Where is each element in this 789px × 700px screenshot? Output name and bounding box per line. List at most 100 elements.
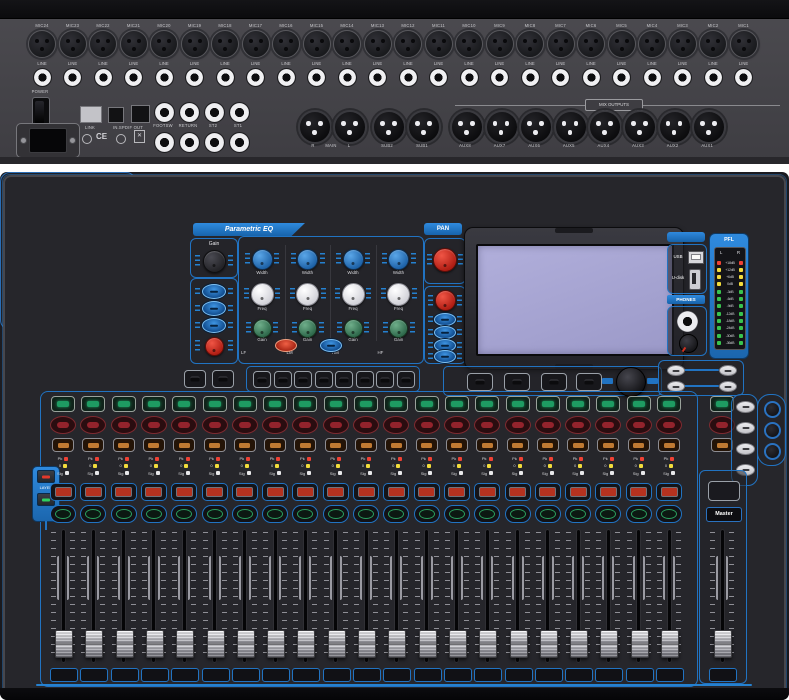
channel-mute-button[interactable] bbox=[323, 483, 349, 501]
channel-on-button[interactable] bbox=[596, 396, 620, 412]
channel-sel-button[interactable] bbox=[52, 438, 74, 452]
channel-mute-button[interactable] bbox=[141, 483, 167, 501]
select-button-8[interactable] bbox=[397, 371, 415, 388]
channel-cue-button[interactable] bbox=[414, 505, 440, 523]
channel-fader[interactable] bbox=[55, 630, 73, 658]
channel-sel-button[interactable] bbox=[628, 438, 650, 452]
channel-on-button[interactable] bbox=[293, 396, 317, 412]
channel-mute-button[interactable] bbox=[505, 483, 531, 501]
channel-cue-button[interactable] bbox=[383, 505, 409, 523]
channel-solo-button[interactable] bbox=[474, 416, 500, 434]
select-button-7[interactable] bbox=[376, 371, 394, 388]
channel-solo-button[interactable] bbox=[656, 416, 682, 434]
screen-button-2[interactable] bbox=[504, 373, 530, 391]
channel-mute-button[interactable] bbox=[111, 483, 137, 501]
channel-mute-button[interactable] bbox=[474, 483, 500, 501]
channel-cue-button[interactable] bbox=[595, 505, 621, 523]
screen-button-1[interactable] bbox=[467, 373, 493, 391]
channel-sel-button[interactable] bbox=[173, 438, 195, 452]
channel-sel-button[interactable] bbox=[143, 438, 165, 452]
channel-on-button[interactable] bbox=[263, 396, 287, 412]
channel-on-button[interactable] bbox=[354, 396, 378, 412]
channel-cue-button[interactable] bbox=[111, 505, 137, 523]
channel-sel-button[interactable] bbox=[82, 438, 104, 452]
channel-solo-button[interactable] bbox=[444, 416, 470, 434]
channel-on-button[interactable] bbox=[233, 396, 257, 412]
channel-on-button[interactable] bbox=[142, 396, 166, 412]
eq-gain-knob-hm[interactable] bbox=[344, 319, 363, 338]
channel-fader[interactable] bbox=[237, 630, 255, 658]
channel-cue-button[interactable] bbox=[292, 505, 318, 523]
quad-button-2[interactable] bbox=[719, 365, 737, 376]
channel-fader[interactable] bbox=[358, 630, 376, 658]
eq-width-knob-hm[interactable] bbox=[343, 249, 364, 270]
channel-on-button[interactable] bbox=[627, 396, 651, 412]
channel-cue-button[interactable] bbox=[444, 505, 470, 523]
channel-fader[interactable] bbox=[85, 630, 103, 658]
eq-on-button[interactable] bbox=[275, 339, 297, 352]
channel-on-button[interactable] bbox=[475, 396, 499, 412]
channel-mute-button[interactable] bbox=[656, 483, 682, 501]
channel-cue-button[interactable] bbox=[505, 505, 531, 523]
channel-on-button[interactable] bbox=[324, 396, 348, 412]
channel-solo-button[interactable] bbox=[626, 416, 652, 434]
channel-on-button[interactable] bbox=[384, 396, 408, 412]
channel-solo-button[interactable] bbox=[414, 416, 440, 434]
channel-fader[interactable] bbox=[388, 630, 406, 658]
quad-button-4[interactable] bbox=[719, 381, 737, 392]
channel-sel-button[interactable] bbox=[385, 438, 407, 452]
channel-solo-button[interactable] bbox=[323, 416, 349, 434]
select-button-4[interactable] bbox=[315, 371, 333, 388]
channel-cue-button[interactable] bbox=[141, 505, 167, 523]
channel-mute-button[interactable] bbox=[232, 483, 258, 501]
channel-mute-button[interactable] bbox=[595, 483, 621, 501]
channel-cue-button[interactable] bbox=[50, 505, 76, 523]
channel-sel-button[interactable] bbox=[113, 438, 135, 452]
channel-mute-button[interactable] bbox=[50, 483, 76, 501]
channel-sel-button[interactable] bbox=[264, 438, 286, 452]
channel-solo-button[interactable] bbox=[111, 416, 137, 434]
channel-cue-button[interactable] bbox=[202, 505, 228, 523]
channel-mute-button[interactable] bbox=[80, 483, 106, 501]
left-function-button-3[interactable] bbox=[202, 318, 226, 333]
channel-sel-button[interactable] bbox=[537, 438, 559, 452]
right-round-button-1[interactable] bbox=[764, 401, 781, 418]
channel-fader[interactable] bbox=[146, 630, 164, 658]
pan-aux-knob[interactable] bbox=[435, 290, 456, 311]
function-button-2[interactable] bbox=[212, 370, 234, 388]
channel-sel-button[interactable] bbox=[597, 438, 619, 452]
eq-gain-knob-lm[interactable] bbox=[298, 319, 317, 338]
channel-solo-button[interactable] bbox=[535, 416, 561, 434]
channel-on-button[interactable] bbox=[112, 396, 136, 412]
channel-mute-button[interactable] bbox=[383, 483, 409, 501]
select-button-6[interactable] bbox=[356, 371, 374, 388]
channel-fader[interactable] bbox=[297, 630, 315, 658]
eq-gain-knob-lf[interactable] bbox=[253, 319, 272, 338]
channel-solo-button[interactable] bbox=[171, 416, 197, 434]
channel-mute-button[interactable] bbox=[626, 483, 652, 501]
channel-mute-button[interactable] bbox=[444, 483, 470, 501]
channel-solo-button[interactable] bbox=[80, 416, 106, 434]
channel-solo-button[interactable] bbox=[202, 416, 228, 434]
channel-cue-button[interactable] bbox=[171, 505, 197, 523]
pan-function-button-1[interactable] bbox=[434, 313, 456, 326]
channel-sel-button[interactable] bbox=[294, 438, 316, 452]
channel-on-button[interactable] bbox=[566, 396, 590, 412]
channel-cue-button[interactable] bbox=[323, 505, 349, 523]
channel-sel-button[interactable] bbox=[476, 438, 498, 452]
pan-function-button-4[interactable] bbox=[434, 350, 456, 363]
channel-on-button[interactable] bbox=[51, 396, 75, 412]
channel-solo-button[interactable] bbox=[232, 416, 258, 434]
channel-sel-button[interactable] bbox=[658, 438, 680, 452]
channel-sel-button[interactable] bbox=[204, 438, 226, 452]
channel-mute-button[interactable] bbox=[262, 483, 288, 501]
channel-fader[interactable] bbox=[419, 630, 437, 658]
master-layer-button-2[interactable] bbox=[736, 422, 755, 434]
channel-fader[interactable] bbox=[267, 630, 285, 658]
left-red-button[interactable] bbox=[205, 337, 224, 356]
channel-on-button[interactable] bbox=[536, 396, 560, 412]
eq-freq-knob-hf[interactable] bbox=[387, 283, 410, 306]
channel-fader[interactable] bbox=[510, 630, 528, 658]
channel-cue-button[interactable] bbox=[535, 505, 561, 523]
eq-freq-knob-lf[interactable] bbox=[251, 283, 274, 306]
